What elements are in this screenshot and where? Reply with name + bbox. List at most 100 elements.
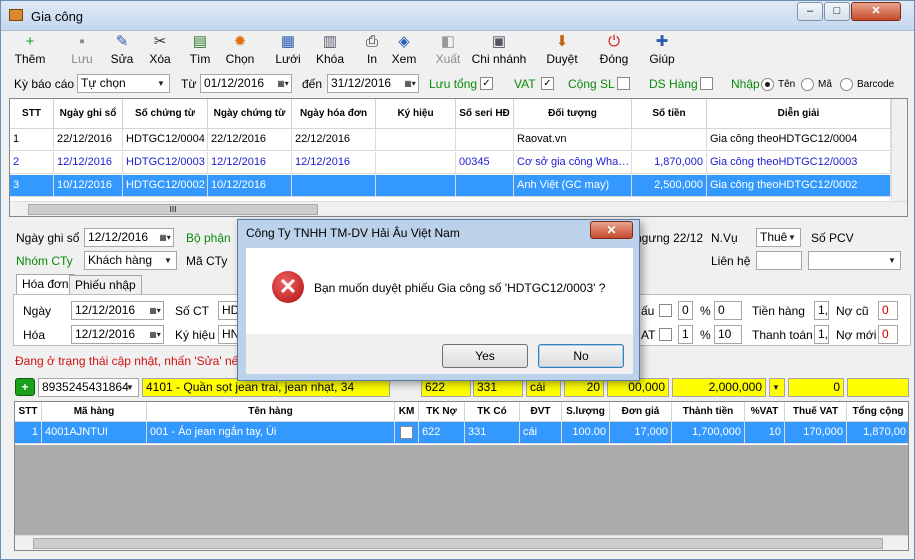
km-checkbox[interactable] xyxy=(400,426,413,439)
table-cell[interactable]: 622 xyxy=(419,422,465,444)
table-cell[interactable]: 22/12/2016 xyxy=(208,129,292,151)
duyet-button[interactable]: ⬇ Duyệt xyxy=(541,33,583,71)
column-header[interactable]: Diễn giải xyxy=(707,99,891,129)
table-cell[interactable]: 22/12/2016 xyxy=(292,129,376,151)
chon-button[interactable]: ✹ Chọn xyxy=(219,33,261,71)
table-cell[interactable]: 00345 xyxy=(456,152,514,174)
ngay-input[interactable]: 12/12/2016 ▦▾ xyxy=(71,301,164,320)
vat-select[interactable]: ▼ xyxy=(769,378,785,397)
table-cell[interactable]: Gia công theoHDTGC12/0003 xyxy=(707,152,891,174)
table-cell[interactable]: 1,870,000 xyxy=(632,152,707,174)
table-cell[interactable] xyxy=(376,175,456,197)
no-button[interactable]: No xyxy=(538,344,624,368)
close-button[interactable]: ✕ xyxy=(851,2,901,21)
thanh-tien-input[interactable]: 2,000,000 xyxy=(672,378,766,397)
luu-tong-checkbox[interactable]: ✓ xyxy=(480,77,493,90)
table-cell[interactable]: 4001AJNTUI xyxy=(42,422,147,444)
table-cell[interactable]: 3 xyxy=(10,175,54,197)
column-header[interactable]: Số tiền xyxy=(632,99,707,129)
scrollbar-thumb[interactable] xyxy=(33,538,883,549)
yes-button[interactable]: Yes xyxy=(442,344,528,368)
table-cell[interactable]: 17,000 xyxy=(610,422,672,444)
ngay-ghi-so-input[interactable]: 12/12/2016 ▦▾ xyxy=(84,228,174,247)
table-cell[interactable]: 10/12/2016 xyxy=(54,175,123,197)
scrollbar-thumb[interactable]: III xyxy=(28,204,318,215)
luu-button[interactable]: ▪ Lưu xyxy=(61,33,103,71)
table-cell[interactable]: 001 - Áo jean ngắn tay, Úi xyxy=(147,422,395,444)
ds-hang-checkbox[interactable] xyxy=(700,77,713,90)
lien-he-select[interactable]: ▼ xyxy=(808,251,901,270)
column-header[interactable]: Thành tiền xyxy=(672,402,745,422)
sua-button[interactable]: ✎ Sửa xyxy=(101,33,143,71)
table-cell[interactable] xyxy=(376,152,456,174)
table-cell[interactable]: 10/12/2016 xyxy=(208,175,292,197)
column-header[interactable]: Ngày chứng từ xyxy=(208,99,292,129)
dialog-close-button[interactable]: ✕ xyxy=(590,221,633,239)
table-cell[interactable]: Anh Việt (GC may) xyxy=(514,175,632,197)
cong-sl-checkbox[interactable] xyxy=(617,77,630,90)
table-cell[interactable] xyxy=(376,129,456,151)
ck-value[interactable]: 0 xyxy=(678,301,693,320)
chi-nhanh-button[interactable]: ▣ Chi nhánh xyxy=(469,33,529,71)
tong-cong-input[interactable] xyxy=(847,378,909,397)
thue-vat-input[interactable]: 0 xyxy=(788,378,844,397)
ck-checkbox[interactable] xyxy=(659,304,672,317)
table-cell[interactable]: 22/12/2016 xyxy=(54,129,123,151)
dong-button[interactable]: ⏻ Đóng xyxy=(593,33,635,71)
table-cell[interactable]: 12/12/2016 xyxy=(54,152,123,174)
column-header[interactable]: %VAT xyxy=(745,402,785,422)
table-cell[interactable] xyxy=(632,129,707,151)
lien-he-input[interactable] xyxy=(756,251,802,270)
table-cell[interactable] xyxy=(456,175,514,197)
table-cell[interactable]: Gia công theoHDTGC12/0002 xyxy=(707,175,891,197)
vat-value[interactable]: 1 xyxy=(678,325,693,344)
column-header[interactable]: Ngày ghi sổ xyxy=(54,99,123,129)
column-header[interactable]: TK Có xyxy=(465,402,520,422)
column-header[interactable]: Đối tượng xyxy=(514,99,632,129)
column-header[interactable]: Tên hàng xyxy=(147,402,395,422)
column-header[interactable]: Số chứng từ xyxy=(123,99,208,129)
table-cell[interactable] xyxy=(395,422,419,444)
xoa-button[interactable]: ✂ Xóa xyxy=(139,33,181,71)
den-date-input[interactable]: 31/12/2016 ▦▾ xyxy=(327,74,419,93)
luoi-button[interactable]: ▦ Lưới xyxy=(267,33,309,71)
table-cell[interactable]: HDTGC12/0002 xyxy=(123,175,208,197)
khoa-button[interactable]: ▥ Khóa xyxy=(309,33,351,71)
horizontal-scrollbar[interactable] xyxy=(15,535,908,550)
add-line-icon[interactable]: + xyxy=(15,378,35,396)
giup-button[interactable]: ✚ Giúp xyxy=(641,33,683,71)
column-header[interactable]: Ngày hóa đơn xyxy=(292,99,376,129)
table-cell[interactable] xyxy=(292,175,376,197)
column-header[interactable]: ĐVT xyxy=(520,402,562,422)
column-header[interactable]: Đơn giá xyxy=(610,402,672,422)
table-cell[interactable]: 2,500,000 xyxy=(632,175,707,197)
table-cell[interactable]: Cơ sở gia công Wha… xyxy=(514,152,632,174)
column-header[interactable]: Thuế VAT xyxy=(785,402,847,422)
column-header[interactable]: TK Nợ xyxy=(419,402,465,422)
table-cell[interactable]: cái xyxy=(520,422,562,444)
tab-hoa-don[interactable]: Hóa đơn xyxy=(16,274,75,294)
column-header[interactable]: STT xyxy=(15,402,42,422)
nhom-cty-select[interactable]: Khách hàng ▼ xyxy=(84,251,177,270)
horizontal-scrollbar[interactable]: III xyxy=(10,201,907,216)
ky-hieu-input[interactable]: HN xyxy=(218,325,238,344)
barcode-radio[interactable] xyxy=(840,78,853,91)
xuat-button[interactable]: ◧ Xuất xyxy=(427,33,469,71)
vat-pct-input[interactable]: 10 xyxy=(714,325,742,344)
table-cell[interactable]: 100.00 xyxy=(562,422,610,444)
barcode-input[interactable]: 8935245431864 ▼ xyxy=(38,378,139,397)
nvu-select[interactable]: Thuê ▼ xyxy=(756,228,801,247)
tab-phieu-nhap[interactable]: Phiếu nhập xyxy=(69,275,142,295)
so-ct-input[interactable]: HD xyxy=(218,301,238,320)
table-cell[interactable]: 170,000 xyxy=(785,422,847,444)
maximize-button[interactable]: □ xyxy=(824,2,850,21)
table-cell[interactable]: 12/12/2016 xyxy=(208,152,292,174)
vat-checkbox[interactable]: ✓ xyxy=(541,77,554,90)
table-cell[interactable]: 1 xyxy=(15,422,42,444)
vat-form-checkbox[interactable] xyxy=(659,328,672,341)
column-header[interactable]: S.lượng xyxy=(562,402,610,422)
ma-radio[interactable] xyxy=(801,78,814,91)
table-cell[interactable] xyxy=(456,129,514,151)
them-button[interactable]: + Thêm xyxy=(9,33,51,71)
table-cell[interactable]: Raovat.vn xyxy=(514,129,632,151)
